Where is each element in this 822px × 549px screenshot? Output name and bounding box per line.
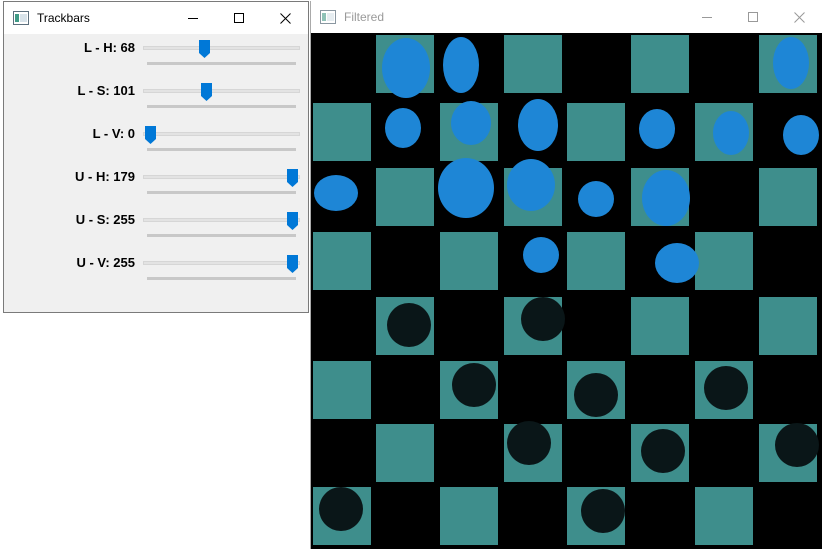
trackbar-track[interactable] bbox=[143, 261, 300, 265]
board-square bbox=[631, 35, 689, 93]
blue-piece bbox=[443, 37, 479, 93]
window-title: Filtered bbox=[344, 10, 385, 24]
close-button[interactable] bbox=[776, 1, 822, 33]
trackbar-row: L - S: 101 bbox=[4, 79, 308, 122]
board-square bbox=[759, 168, 817, 226]
blue-piece bbox=[438, 158, 494, 218]
trackbar-ticks bbox=[147, 234, 296, 237]
blue-piece bbox=[518, 99, 558, 151]
trackbar-label: U - H: 179 bbox=[75, 169, 135, 184]
trackbars-panel: L - H: 68 L - S: 101 L - V: 0 U - H: 179 U -… bbox=[4, 34, 308, 312]
trackbar-ticks bbox=[147, 62, 296, 65]
trackbar-ticks bbox=[147, 191, 296, 194]
maximize-button[interactable] bbox=[216, 2, 262, 34]
board-square bbox=[440, 232, 498, 290]
dark-piece bbox=[775, 423, 819, 467]
blue-piece bbox=[507, 159, 555, 211]
blue-piece bbox=[783, 115, 819, 155]
trackbar-label: L - S: 101 bbox=[77, 83, 135, 98]
filtered-image bbox=[311, 33, 822, 549]
board-square bbox=[695, 487, 753, 545]
chessboard-mask bbox=[313, 35, 819, 545]
board-square bbox=[313, 361, 371, 419]
trackbar-row: U - V: 255 bbox=[4, 251, 308, 294]
blue-piece bbox=[642, 170, 690, 226]
trackbar-thumb[interactable] bbox=[198, 40, 210, 58]
trackbar-ticks bbox=[147, 105, 296, 108]
board-square bbox=[567, 232, 625, 290]
dark-piece bbox=[507, 421, 551, 465]
minimize-icon bbox=[702, 17, 712, 18]
trackbar-label: L - H: 68 bbox=[83, 40, 135, 55]
board-square bbox=[567, 103, 625, 161]
blue-piece bbox=[639, 109, 675, 149]
board-square bbox=[440, 487, 498, 545]
blue-piece bbox=[314, 175, 358, 211]
trackbar-thumb[interactable] bbox=[145, 126, 156, 144]
blue-piece bbox=[382, 38, 430, 98]
trackbar-track[interactable] bbox=[143, 46, 300, 50]
minimize-button[interactable] bbox=[170, 2, 216, 34]
trackbar-thumb[interactable] bbox=[201, 83, 213, 101]
trackbar-track[interactable] bbox=[143, 89, 300, 93]
dark-piece bbox=[641, 429, 685, 473]
maximize-icon bbox=[748, 12, 758, 22]
trackbar-ticks bbox=[147, 148, 296, 151]
board-square bbox=[631, 297, 689, 355]
trackbar-row: L - H: 68 bbox=[4, 36, 308, 79]
window-title: Trackbars bbox=[37, 11, 90, 25]
minimize-icon bbox=[188, 18, 198, 19]
dark-piece bbox=[581, 489, 625, 533]
blue-piece bbox=[385, 108, 421, 148]
app-icon bbox=[320, 10, 336, 24]
maximize-icon bbox=[234, 13, 244, 23]
trackbar-track[interactable] bbox=[143, 175, 300, 179]
filtered-titlebar[interactable]: Filtered bbox=[311, 1, 822, 33]
trackbar-track[interactable] bbox=[143, 218, 300, 222]
trackbar-ticks bbox=[147, 277, 296, 280]
trackbar-row: L - V: 0 bbox=[4, 122, 308, 165]
blue-piece bbox=[655, 243, 699, 283]
dark-piece bbox=[704, 366, 748, 410]
board-square bbox=[376, 168, 434, 226]
close-icon bbox=[279, 12, 291, 24]
app-icon bbox=[13, 11, 29, 25]
board-square bbox=[376, 424, 434, 482]
trackbar-thumb[interactable] bbox=[287, 169, 298, 187]
board-square bbox=[313, 103, 371, 161]
minimize-button[interactable] bbox=[684, 1, 730, 33]
dark-piece bbox=[319, 487, 363, 531]
blue-piece bbox=[578, 181, 614, 217]
filtered-window: Filtered bbox=[310, 1, 822, 549]
blue-piece bbox=[451, 101, 491, 145]
dark-piece bbox=[452, 363, 496, 407]
board-square bbox=[759, 297, 817, 355]
trackbars-titlebar[interactable]: Trackbars bbox=[4, 2, 308, 34]
trackbar-row: U - H: 179 bbox=[4, 165, 308, 208]
board-square bbox=[313, 232, 371, 290]
board-square bbox=[504, 35, 562, 93]
close-button[interactable] bbox=[262, 2, 308, 34]
trackbar-label: L - V: 0 bbox=[92, 126, 135, 141]
trackbar-row: U - S: 255 bbox=[4, 208, 308, 251]
board-square bbox=[695, 232, 753, 290]
dark-piece bbox=[574, 373, 618, 417]
dark-piece bbox=[521, 297, 565, 341]
close-icon bbox=[793, 11, 805, 23]
trackbar-thumb[interactable] bbox=[287, 255, 298, 273]
trackbars-window: Trackbars L - H: 68 L - S: 101 L - V: 0 U -… bbox=[3, 1, 309, 313]
trackbar-thumb[interactable] bbox=[287, 212, 298, 230]
trackbar-track[interactable] bbox=[143, 132, 300, 136]
trackbar-label: U - V: 255 bbox=[76, 255, 135, 270]
blue-piece bbox=[773, 37, 809, 89]
maximize-button[interactable] bbox=[730, 1, 776, 33]
blue-piece bbox=[523, 237, 559, 273]
blue-piece bbox=[713, 111, 749, 155]
dark-piece bbox=[387, 303, 431, 347]
trackbar-label: U - S: 255 bbox=[75, 212, 135, 227]
